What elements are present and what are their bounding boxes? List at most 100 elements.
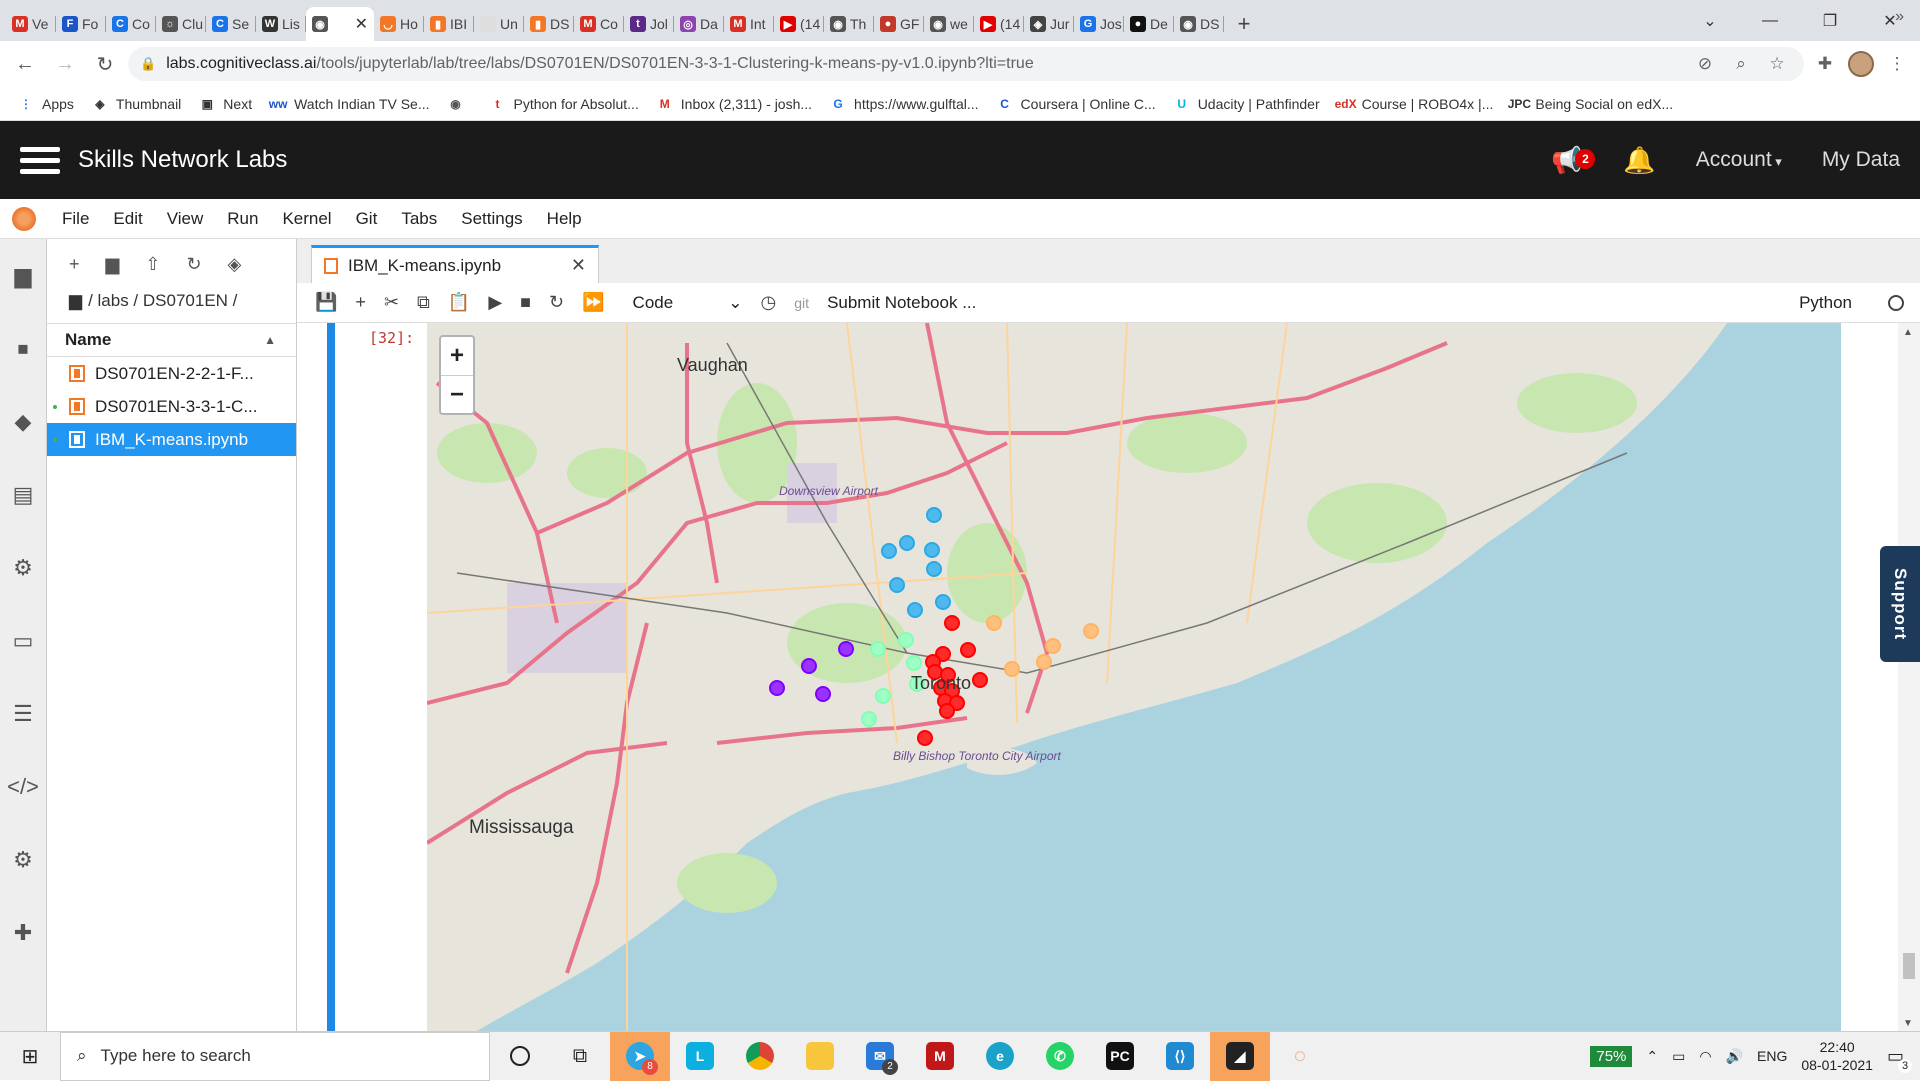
bell-icon[interactable]: 🔔 [1623, 145, 1655, 176]
active-cell-indicator[interactable] [327, 323, 335, 1031]
upload-icon[interactable]: ⇧ [145, 254, 160, 275]
property-inspector-icon[interactable]: ⚙ [0, 823, 46, 896]
sticky-notes-app[interactable]: ◢ [1210, 1031, 1270, 1081]
vscode-app[interactable]: ⟨⟩ [1150, 1032, 1210, 1081]
folder-icon[interactable]: ▆ [69, 291, 82, 311]
cortana-icon[interactable] [490, 1032, 550, 1081]
browser-tab[interactable]: W Lis [256, 7, 306, 41]
browser-tab[interactable]: ▮ IBI [424, 7, 474, 41]
jupyter-app[interactable]: ◌ [1270, 1032, 1330, 1081]
bookmark-item[interactable]: edX Course | ROBO4x |... [1335, 96, 1494, 112]
tabs-icon[interactable]: ▭ [0, 604, 46, 677]
browser-tab[interactable]: ◉ DS [1174, 7, 1224, 41]
task-view-icon[interactable]: ⧉ [550, 1032, 610, 1081]
chrome-app[interactable] [730, 1032, 790, 1081]
stop-icon[interactable]: ■ [520, 292, 531, 313]
restart-icon[interactable]: ↻ [549, 292, 564, 313]
submit-notebook-button[interactable]: Submit Notebook ... [827, 293, 976, 313]
menu-git[interactable]: Git [344, 209, 390, 229]
taskbar-search[interactable]: ⌕ Type here to search [60, 1031, 490, 1081]
close-tab-icon[interactable]: ✕ [355, 14, 368, 34]
support-tab[interactable]: Support [1880, 546, 1920, 662]
browser-tab[interactable]: ◈ Jur [1024, 7, 1074, 41]
telegram-app[interactable]: ➤ 8 [610, 1031, 670, 1081]
browser-tab[interactable]: ● De [1124, 7, 1174, 41]
cut-icon[interactable]: ✂ [384, 292, 399, 313]
browser-tab[interactable]: ☼ Clu [156, 7, 206, 41]
bookmark-item[interactable]: ◉ [448, 96, 472, 112]
browser-tab[interactable]: ▶ (14 [774, 7, 824, 41]
browser-tab[interactable]: ● GF [874, 7, 924, 41]
bookmark-item[interactable]: ◈ Thumbnail [92, 96, 181, 112]
pycharm-app[interactable]: PC [1090, 1032, 1150, 1081]
blocked-icon[interactable]: ⊘ [1690, 54, 1720, 74]
file-item[interactable]: IBM_K-means.ipynb [47, 423, 296, 456]
kernel-name[interactable]: Python [1799, 293, 1852, 313]
zoom-out-button[interactable]: − [441, 375, 473, 413]
language-indicator[interactable]: ENG [1757, 1048, 1787, 1064]
menu-run[interactable]: Run [215, 209, 270, 229]
url-field[interactable]: 🔒 labs.cognitiveclass.ai/tools/jupyterla… [128, 47, 1804, 81]
breadcrumb-path[interactable]: / labs / DS0701EN / [88, 291, 237, 311]
code-icon[interactable]: </> [0, 750, 46, 823]
browser-tab[interactable]: ◉ Th [824, 7, 874, 41]
bookmark-item[interactable]: ww Watch Indian TV Se... [269, 96, 430, 112]
bookmark-item[interactable]: JPC Being Social on edX... [1508, 96, 1673, 112]
bookmark-item[interactable]: t Python for Absolut... [490, 96, 639, 112]
windows-start-icon[interactable]: ⊞ [0, 1044, 60, 1069]
extension-icon[interactable]: ✚ [0, 896, 46, 969]
copy-icon[interactable]: ⧉ [417, 292, 430, 313]
menu-kernel[interactable]: Kernel [270, 209, 343, 229]
notebook-scrollbar[interactable]: ▲ ▼ [1898, 323, 1920, 1031]
browser-tab[interactable]: M Co [574, 7, 624, 41]
close-window-button[interactable]: ✕ [1860, 0, 1920, 41]
browser-tab[interactable]: M Ve [6, 7, 56, 41]
insert-cell-icon[interactable]: + [355, 292, 366, 313]
browser-tab[interactable]: F Fo [56, 7, 106, 41]
browser-tab[interactable]: M Int [724, 7, 774, 41]
browser-tab[interactable]: t Jol [624, 7, 674, 41]
menu-settings[interactable]: Settings [449, 209, 534, 229]
browser-tab[interactable]: ▶ (14 [974, 7, 1024, 41]
notebook-tab[interactable]: IBM_K-means.ipynb ✕ [311, 245, 599, 283]
battery-meter[interactable]: 75% [1590, 1045, 1633, 1067]
name-column-header[interactable]: Name ▲ [47, 323, 296, 357]
battery-icon[interactable]: ▭ [1672, 1048, 1685, 1065]
save-icon[interactable]: 💾 [315, 292, 337, 313]
hamburger-menu-icon[interactable] [20, 146, 60, 174]
bookmark-item[interactable]: ▣ Next [199, 96, 252, 112]
zoom-icon[interactable]: ⌕ [1726, 54, 1756, 74]
folder-icon[interactable]: ▆ [0, 239, 46, 312]
more-bookmarks-button[interactable]: » [1895, 8, 1904, 26]
running-kernels-icon[interactable]: ⏹ [0, 312, 46, 385]
browser-tab[interactable]: ◡ Ho [374, 7, 424, 41]
mcafee-app[interactable]: M [910, 1032, 970, 1081]
bookmark-item[interactable]: Ghttps://www.gulftal... [830, 96, 978, 112]
reload-button[interactable]: ↻ [88, 47, 122, 81]
action-center-icon[interactable]: ▭ 3 [1887, 1046, 1912, 1073]
map-canvas[interactable]: Vaughan Downsview Airport Toronto Billy … [427, 323, 1841, 1031]
toc-icon[interactable]: ☰ [0, 677, 46, 750]
menu-view[interactable]: View [155, 209, 216, 229]
fast-forward-icon[interactable]: ⏩ [582, 292, 604, 313]
browser-tab[interactable]: G Jos [1074, 7, 1124, 41]
scroll-up-arrow-icon[interactable]: ▲ [1903, 327, 1913, 338]
file-item[interactable]: DS0701EN-3-3-1-C... [47, 390, 296, 423]
minimize-button[interactable]: — [1740, 0, 1800, 41]
cell-type-select[interactable]: Code ⌄ [633, 293, 743, 313]
chevron-up-icon[interactable]: ⌃ [1646, 1048, 1658, 1065]
browser-tab[interactable]: C Se [206, 7, 256, 41]
bookmark-item[interactable]: M Inbox (2,311) - josh... [657, 96, 812, 112]
scrollbar-thumb[interactable] [1903, 953, 1915, 979]
back-button[interactable]: ← [8, 47, 42, 81]
clock-icon[interactable]: ◷ [761, 292, 777, 313]
close-icon[interactable]: ✕ [571, 255, 586, 276]
l-app[interactable]: L [670, 1032, 730, 1081]
edge-app[interactable]: e [970, 1032, 1030, 1081]
file-item[interactable]: DS0701EN-2-2-1-F... [47, 357, 296, 390]
git-icon[interactable]: ◆ [0, 385, 46, 458]
forward-button[interactable]: → [48, 47, 82, 81]
star-icon[interactable]: ☆ [1762, 54, 1792, 74]
browser-tab[interactable]: ◎ Da [674, 7, 724, 41]
file-explorer-app[interactable] [790, 1032, 850, 1081]
